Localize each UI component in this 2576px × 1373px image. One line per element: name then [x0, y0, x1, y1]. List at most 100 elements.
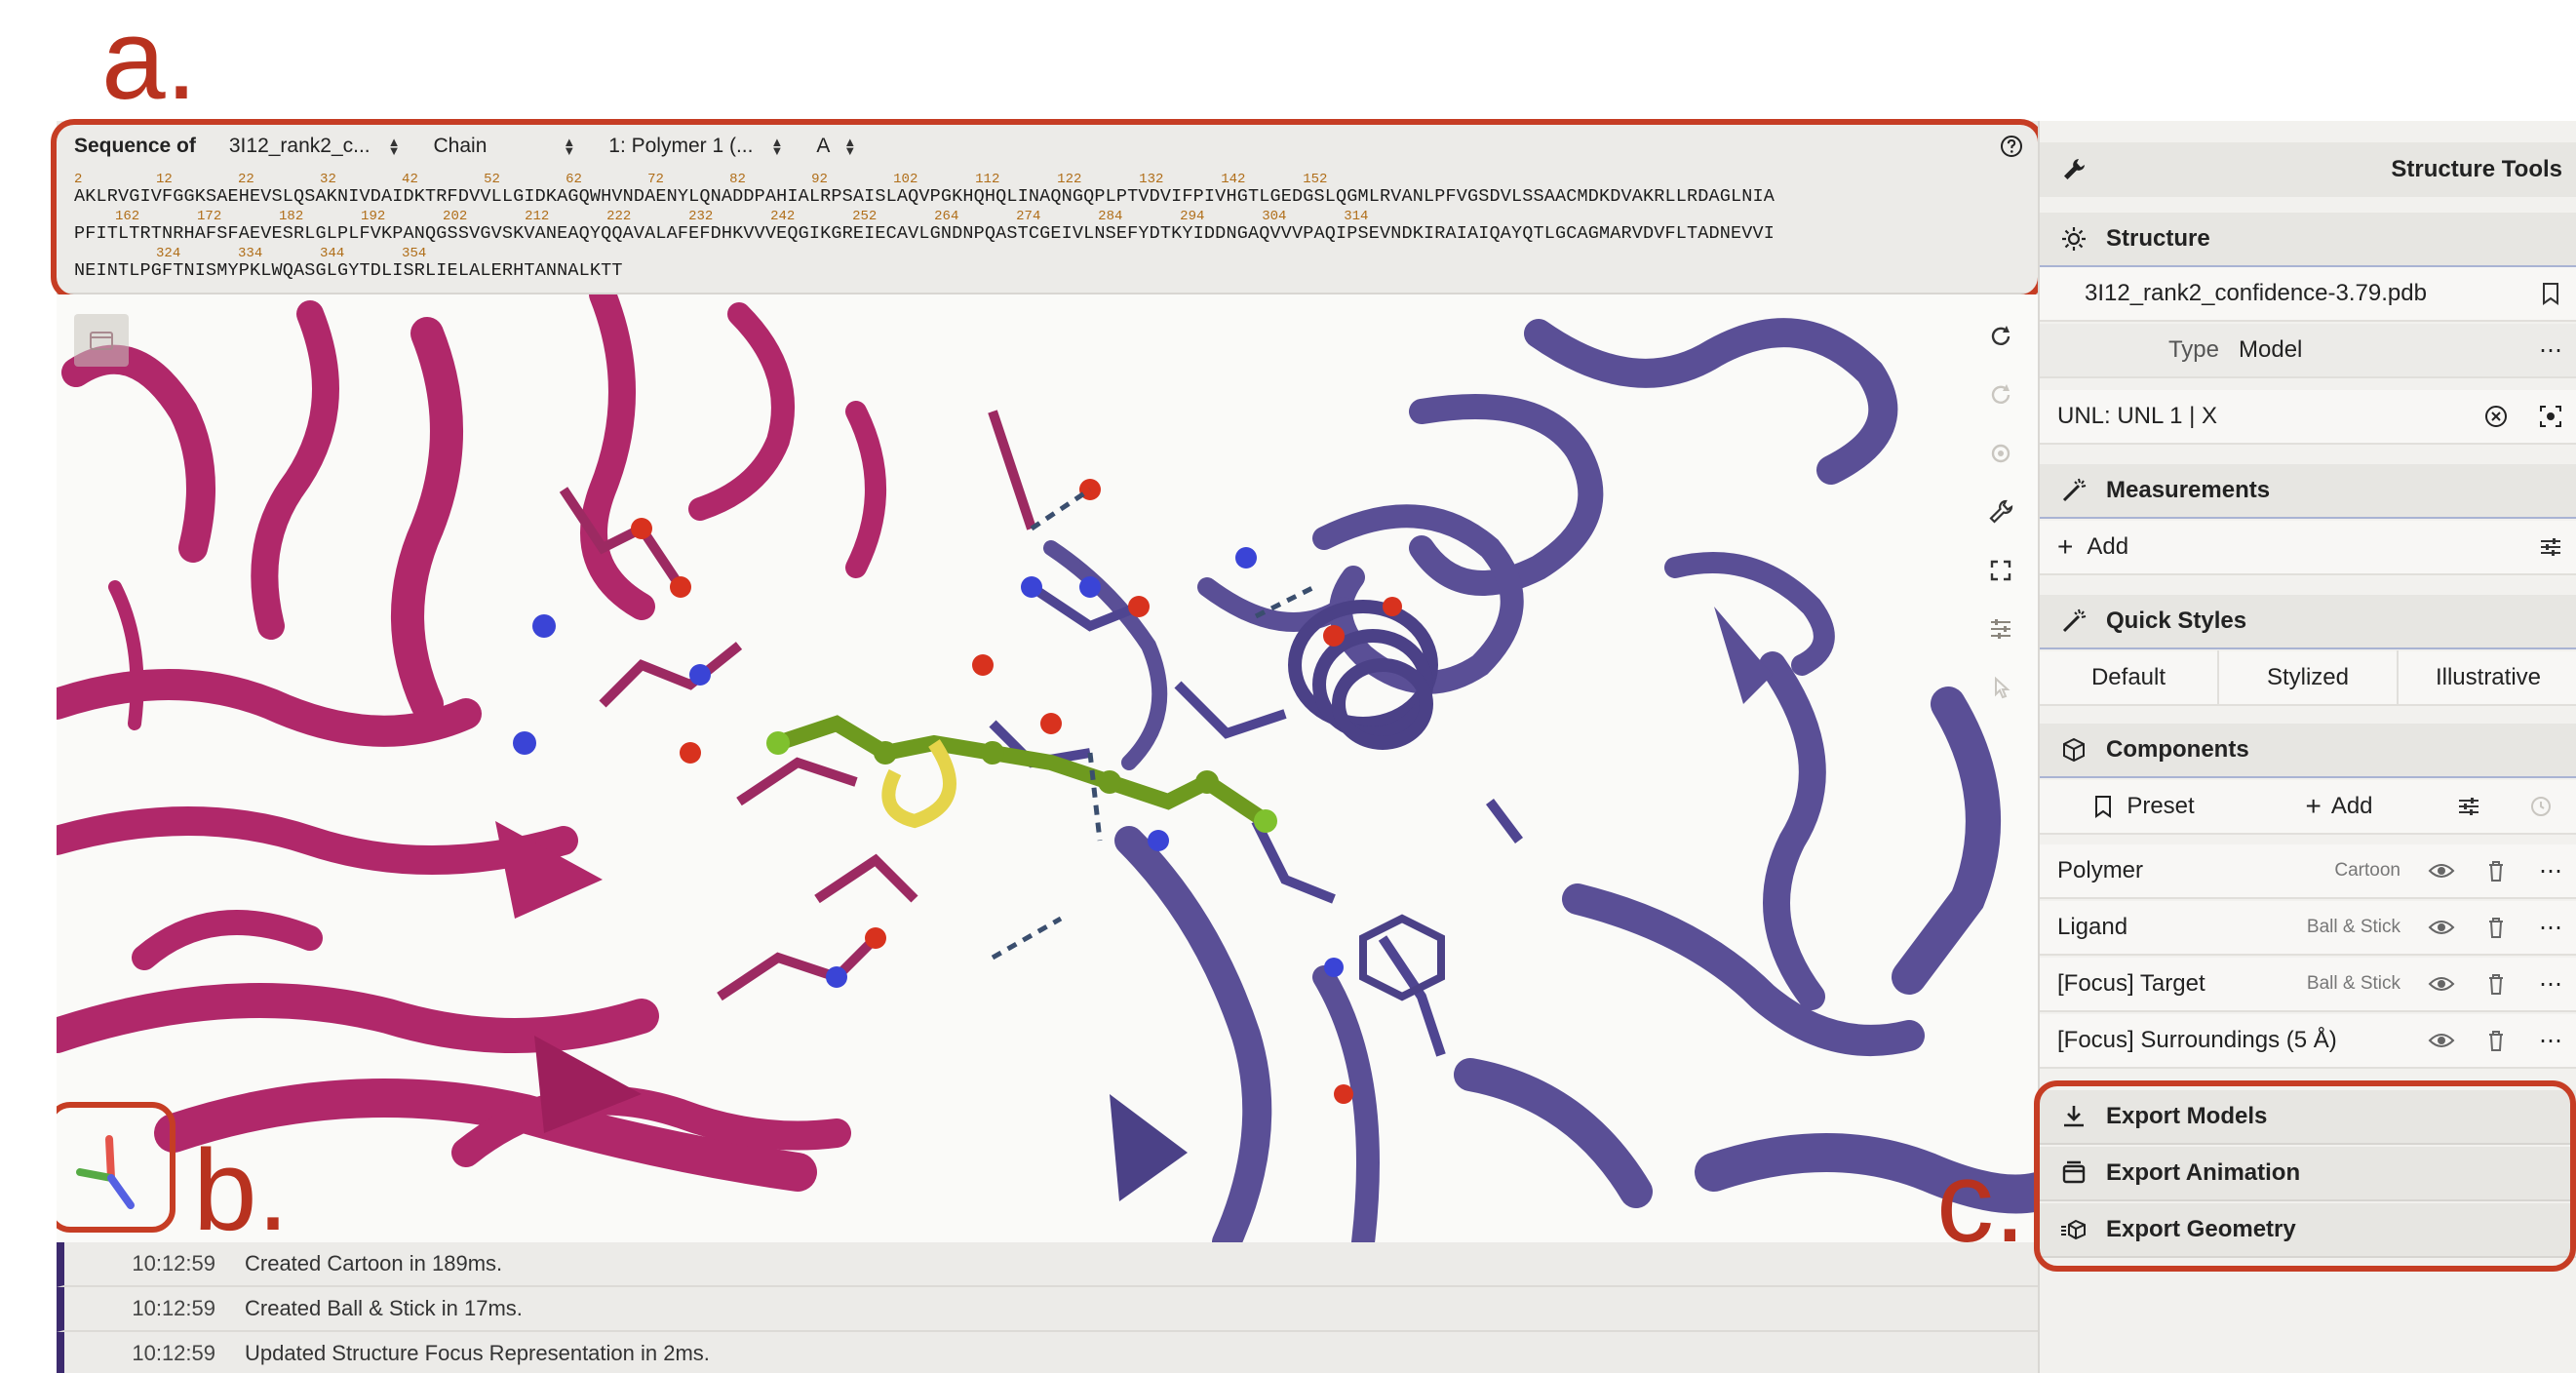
animation-button[interactable]	[1971, 425, 2030, 482]
selection-mode-button[interactable]	[1971, 659, 2030, 716]
add-component-button[interactable]: + Add	[2246, 791, 2432, 822]
style-illustrative-button[interactable]: Illustrative	[2399, 664, 2576, 691]
export-geometry-button[interactable]: Export Geometry	[2040, 1203, 2576, 1258]
type-value[interactable]: Model	[2239, 336, 2523, 364]
measurements-add-row[interactable]: + Add	[2040, 521, 2576, 575]
eye-icon[interactable]	[2414, 900, 2469, 955]
trash-icon[interactable]	[2469, 1013, 2523, 1068]
add-component-label: Add	[2330, 793, 2373, 819]
export-models-label: Export Models	[2106, 1103, 2268, 1129]
components-section-header[interactable]: Components	[2040, 724, 2576, 778]
sliders-icon	[1991, 619, 2010, 639]
expand-icon	[1990, 560, 2011, 581]
type-label: Type	[2167, 336, 2219, 363]
export-geometry-label: Export Geometry	[2106, 1216, 2296, 1242]
settings-sliders-button[interactable]	[1971, 601, 2030, 657]
reset-view-icon	[1991, 326, 2010, 345]
component-style[interactable]: Cartoon	[2334, 860, 2400, 882]
focus-selection-icon[interactable]	[2523, 389, 2576, 444]
viewport-toggle-icon	[90, 332, 113, 350]
measurements-add-label[interactable]: Add	[2087, 533, 2523, 561]
component-item[interactable]: [Focus] Surroundings (5 Å) ⋯	[2040, 1014, 2576, 1069]
export-animation-label: Export Animation	[2106, 1159, 2301, 1186]
export-animation-button[interactable]: Export Animation	[2040, 1147, 2576, 1201]
more-options-icon[interactable]: ⋯	[2523, 843, 2576, 898]
component-name: [Focus] Surroundings (5 Å)	[2057, 1027, 2337, 1053]
measure-wand-icon	[2057, 474, 2090, 507]
component-item[interactable]: Ligand Ball & Stick ⋯	[2040, 901, 2576, 956]
molecule-scene[interactable]	[57, 294, 2038, 1242]
sequence-residues-row-1[interactable]: AKLRVGIVFGGKSAEHEVSLQSAKNIVDAIDKTRFDVVLL…	[74, 186, 2038, 209]
clear-selection-icon[interactable]	[2469, 389, 2523, 444]
spin-button[interactable]	[1971, 367, 2030, 423]
entity-select[interactable]: 1: Polymer 1 (... ▲ ▼	[608, 135, 783, 158]
molecular-viewer-canvas[interactable]: b.	[57, 294, 2038, 1242]
expand-button[interactable]	[1971, 542, 2030, 599]
component-item[interactable]: Polymer Cartoon ⋯	[2040, 844, 2576, 899]
structure-select-value: 3I12_rank2_c...	[228, 135, 371, 157]
measurements-section-header[interactable]: Measurements	[2040, 464, 2576, 519]
panel-title: Structure Tools	[2391, 156, 2562, 182]
reset-view-button[interactable]	[1971, 308, 2030, 365]
style-stylized-button[interactable]: Stylized	[2217, 650, 2399, 705]
more-options-icon[interactable]: ⋯	[2523, 957, 2576, 1011]
cube-icon	[2057, 733, 2090, 766]
help-circle-icon[interactable]	[1999, 134, 2024, 159]
mode-select-value: Chain	[433, 135, 488, 157]
select-arrows-icon: ▲ ▼	[770, 135, 784, 158]
structure-type-row[interactable]: Type Model ⋯	[2040, 324, 2576, 378]
sequence-label: Sequence of	[74, 135, 196, 157]
style-default-button[interactable]: Default	[2040, 664, 2217, 691]
log-entry: 10:12:59 Created Cartoon in 189ms.	[57, 1242, 2038, 1287]
sliders-icon[interactable]	[2432, 779, 2506, 834]
eye-icon[interactable]	[2414, 843, 2469, 898]
component-item[interactable]: [Focus] Target Ball & Stick ⋯	[2040, 958, 2576, 1012]
wrench-icon	[2057, 153, 2090, 186]
viewport-toggle-button[interactable]	[74, 314, 129, 367]
more-options-icon[interactable]: ⋯	[2523, 323, 2576, 377]
sequence-numbers-row-2: 162 172 182 192 202 212 222 232 242 252 …	[74, 209, 1369, 224]
bookmark-icon[interactable]	[2523, 266, 2576, 321]
sequence-panel: Sequence of 3I12_rank2_c... ▲ ▼ Chain ▲ ▼ 1:…	[57, 121, 2038, 294]
structure-file-name: 3I12_rank2_confidence-3.79.pdb	[2085, 280, 2427, 306]
selection-row[interactable]: UNL: UNL 1 | X	[2040, 390, 2576, 445]
quick-styles-header-label: Quick Styles	[2106, 608, 2247, 634]
quick-styles-section-header[interactable]: Quick Styles	[2040, 595, 2576, 649]
component-name: [Focus] Target	[2057, 970, 2205, 997]
trash-icon[interactable]	[2469, 957, 2523, 1011]
app-root: a. Sequence of 3I12_rank2_c... ▲ ▼ Chain ▲ ▼…	[0, 0, 2576, 1373]
sequence-residues-row-3[interactable]: NEINTLPGFTNISMYPKLWQASGLGYTDLISRLIELALER…	[74, 260, 2038, 283]
structure-section-header[interactable]: Structure	[2040, 213, 2576, 267]
more-options-icon[interactable]: ⋯	[2523, 1013, 2576, 1068]
more-options-icon[interactable]: ⋯	[2523, 900, 2576, 955]
component-name: Ligand	[2057, 914, 2128, 940]
trash-icon[interactable]	[2469, 900, 2523, 955]
trash-icon[interactable]	[2469, 843, 2523, 898]
eye-icon[interactable]	[2414, 957, 2469, 1011]
sliders-icon[interactable]	[2523, 520, 2576, 574]
sequence-residues-row-2[interactable]: PFITLTRTNRHAFSFAEVESRLGLPLFVKPANQGSSVGVS…	[74, 223, 2038, 246]
log-message: Created Ball & Stick in 17ms.	[245, 1296, 523, 1320]
structure-header-label: Structure	[2106, 225, 2210, 252]
component-style[interactable]: Ball & Stick	[2307, 917, 2400, 938]
magic-wand-icon	[2057, 605, 2090, 638]
export-models-button[interactable]: Export Models	[2040, 1090, 2576, 1145]
structure-file-row[interactable]: 3I12_rank2_confidence-3.79.pdb	[2040, 267, 2576, 322]
axes-icon	[76, 1135, 135, 1209]
preset-button[interactable]: Preset	[2040, 793, 2246, 820]
component-style[interactable]: Ball & Stick	[2307, 973, 2400, 995]
chain-select[interactable]: A ▲ ▼	[816, 135, 856, 158]
chain-select-value: A	[816, 135, 831, 157]
mode-select[interactable]: Chain ▲ ▼	[434, 135, 576, 158]
quick-styles-options-row: Default Stylized Illustrative	[2040, 650, 2576, 706]
select-arrows-icon: ▲ ▼	[387, 135, 401, 158]
components-toolbar-row: Preset + Add	[2040, 780, 2576, 835]
eye-icon[interactable]	[2414, 1013, 2469, 1068]
log-entry: 10:12:59 Created Ball & Stick in 17ms.	[57, 1287, 2038, 1332]
polymer-b-arrow	[1110, 1094, 1188, 1201]
settings-wrench-button[interactable]	[1971, 484, 2030, 540]
sequence-body[interactable]: 2 12 22 32 42 52 62 72 82 92 102 112 122…	[57, 172, 2038, 283]
structure-select[interactable]: 3I12_rank2_c... ▲ ▼	[229, 135, 401, 158]
entity-select-value: 1: Polymer 1 (...	[608, 135, 754, 157]
history-icon[interactable]	[2506, 779, 2576, 834]
